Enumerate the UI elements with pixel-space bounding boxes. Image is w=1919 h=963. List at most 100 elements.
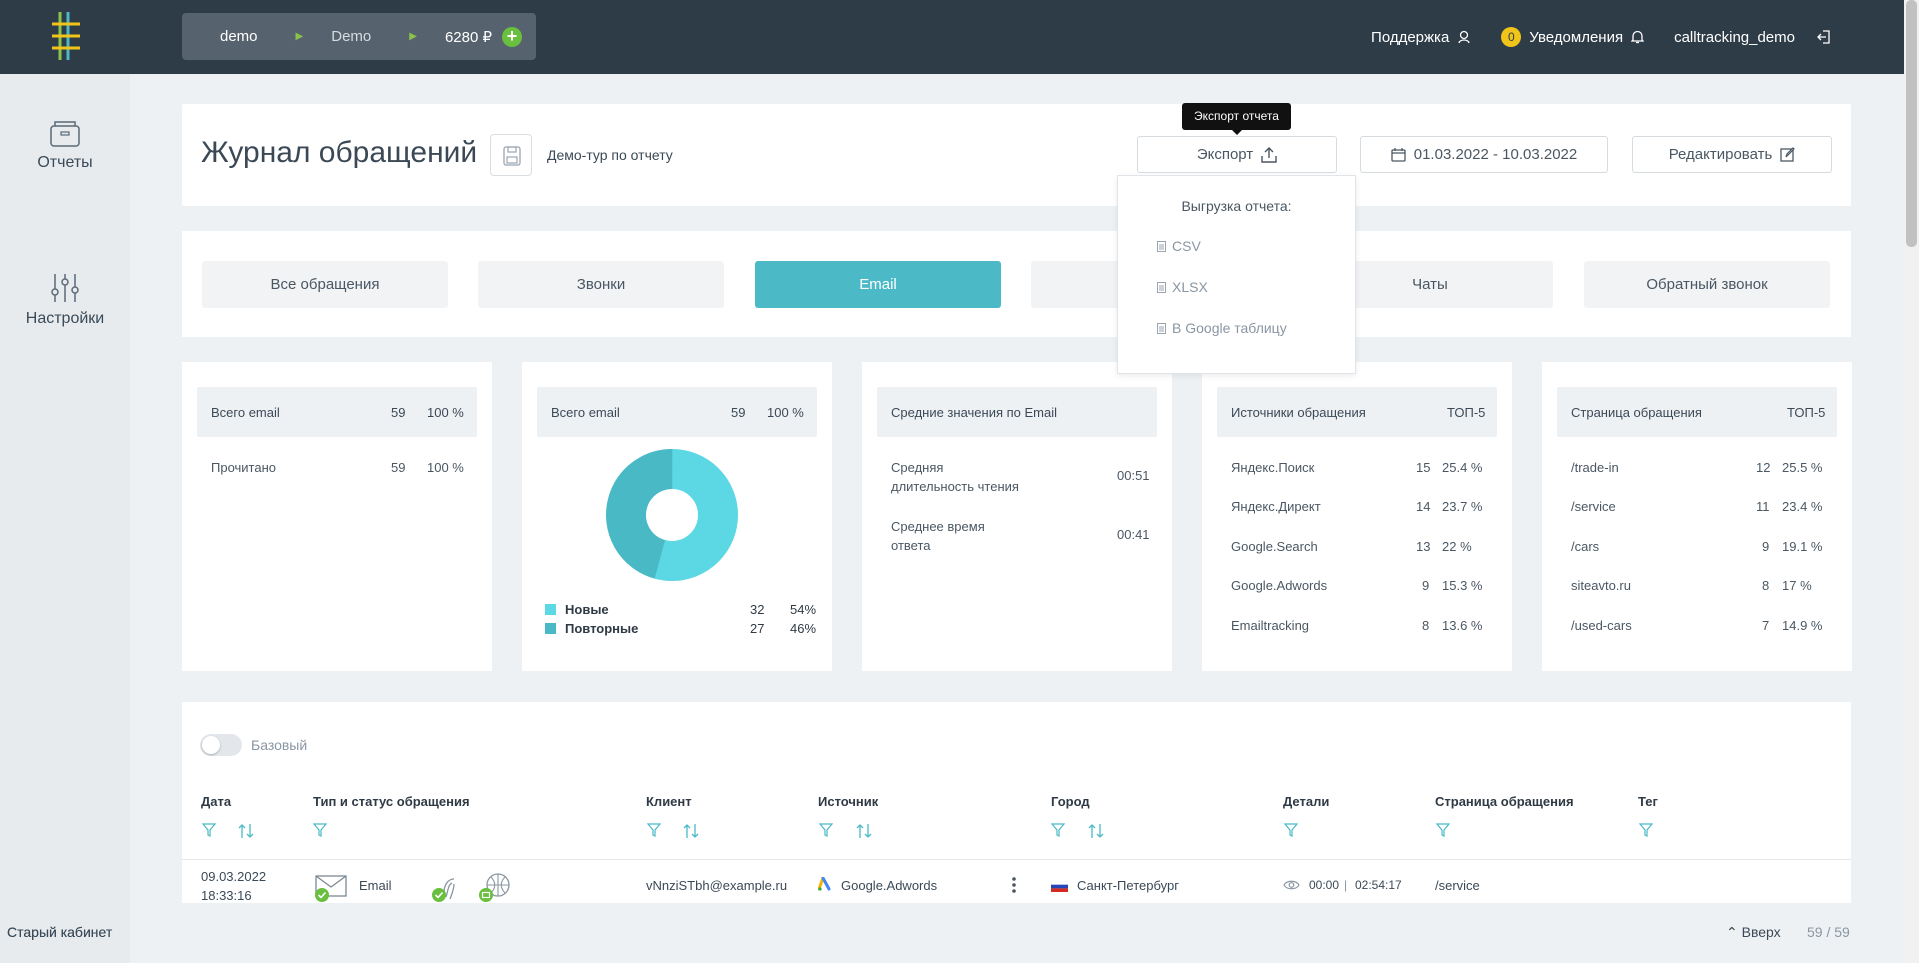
basic-mode-toggle[interactable]: [200, 734, 242, 756]
filter-icon[interactable]: [1284, 823, 1298, 837]
sort-icon[interactable]: [855, 823, 873, 839]
demo-tour-link[interactable]: Демо-тур по отчету: [547, 147, 673, 163]
sort-icon[interactable]: [1087, 823, 1105, 839]
tab-callback[interactable]: Обратный звонок: [1584, 261, 1830, 308]
table-divider: [182, 859, 1851, 860]
filter-icon[interactable]: [819, 823, 833, 837]
row-label: siteavto.ru: [1571, 578, 1631, 593]
bottom-strip: [130, 903, 1904, 963]
save-report-button[interactable]: [490, 134, 532, 176]
row-label: Средняя длительность чтения: [891, 460, 1019, 494]
row-label: Яндекс.Директ: [1231, 499, 1321, 514]
scrollbar-thumb[interactable]: [1906, 0, 1917, 247]
edit-label: Редактировать: [1668, 146, 1773, 163]
legend-swatch-repeat: [545, 623, 556, 634]
row-count: 13: [1416, 539, 1431, 554]
breadcrumb-arrow-icon: ▶: [409, 31, 417, 42]
column-header-details: Детали: [1283, 794, 1330, 809]
channel-tabs: Все обращения Звонки Email Чаты Обратный…: [182, 231, 1851, 337]
row-count: 8: [1762, 578, 1770, 593]
logo-icon[interactable]: [48, 8, 84, 64]
column-header-city: Город: [1051, 794, 1090, 809]
stat-header: Страница обращения ТОП-5: [1557, 387, 1837, 437]
filter-icon[interactable]: [1051, 823, 1065, 837]
logout-icon[interactable]: [1817, 30, 1831, 44]
sort-icon[interactable]: [237, 823, 255, 839]
upload-icon: [1261, 146, 1277, 163]
row-client[interactable]: vNnziSTbh@example.ru: [646, 878, 787, 893]
eye-icon[interactable]: [1283, 879, 1300, 891]
export-option-google-sheets[interactable]: В Google таблицу: [1157, 320, 1287, 336]
export-option-xlsx[interactable]: XLSX: [1157, 279, 1208, 295]
legend-swatch-new: [545, 604, 556, 615]
username: calltracking_demo: [1674, 28, 1795, 46]
legend-item-new: Новые 32 54%: [545, 602, 817, 617]
scroll-up-button[interactable]: ⌃ Вверх: [1726, 924, 1781, 941]
row-value: 00:51: [1117, 468, 1150, 483]
legend-pct: 54%: [790, 602, 817, 617]
more-options-icon[interactable]: [1011, 876, 1017, 894]
stat-header: Источники обращения ТОП-5: [1217, 387, 1497, 437]
row-counter: 59 / 59: [1807, 924, 1850, 940]
old-cabinet-link-label[interactable]: Старый кабинет: [7, 924, 112, 940]
row-label: Прочитано: [211, 460, 276, 475]
stat-pct: 100 %: [427, 405, 464, 420]
stat-label: Источники обращения: [1231, 405, 1366, 420]
sidebar-item-reports[interactable]: Отчеты: [0, 120, 130, 172]
row-label: Emailtracking: [1231, 618, 1310, 633]
row-count: 9: [1422, 578, 1430, 593]
filter-icon[interactable]: [647, 823, 661, 837]
stat-card-pages: Страница обращения ТОП-5 /trade-in 12 25.5…: [1542, 362, 1852, 671]
google-ads-icon: [818, 877, 831, 891]
column-header-type: Тип и статус обращения: [313, 794, 470, 809]
account-name[interactable]: demo: [182, 28, 258, 45]
legend-pct: 46%: [790, 621, 817, 636]
tab-email[interactable]: Email: [755, 261, 1001, 308]
account-switcher[interactable]: demo ▶ Demo ▶ 6280 ₽ +: [182, 13, 536, 60]
edit-button[interactable]: Редактировать: [1632, 136, 1832, 173]
row-page: /service: [1435, 878, 1480, 893]
stat-card-sources: Источники обращения ТОП-5 Яндекс.Поиск 15…: [1202, 362, 1512, 671]
row-type: Email: [359, 878, 392, 893]
stat-label: Страница обращения: [1571, 405, 1702, 420]
export-tooltip: Экспорт отчета: [1182, 103, 1291, 135]
filter-icon[interactable]: [202, 823, 216, 837]
row-label: /used-cars: [1571, 618, 1632, 633]
balance: 6280 ₽: [444, 28, 493, 46]
add-balance-button[interactable]: +: [502, 26, 523, 47]
export-dropdown-heading: Выгрузка отчета:: [1181, 198, 1292, 214]
toggle-label: Базовый: [251, 737, 308, 753]
file-icon: [1157, 281, 1166, 293]
sort-icon[interactable]: [682, 823, 700, 839]
legend-label: Повторные: [565, 621, 639, 636]
export-option-csv[interactable]: CSV: [1157, 238, 1201, 254]
sidebar-item-settings[interactable]: Настройки: [0, 272, 130, 328]
filter-icon[interactable]: [1639, 823, 1653, 837]
filter-icon[interactable]: [313, 823, 327, 837]
legend-count: 27: [750, 621, 765, 636]
save-icon: [503, 146, 521, 166]
row-pct: 25.4 %: [1442, 460, 1483, 475]
project-name[interactable]: Demo: [303, 28, 371, 45]
column-header-date: Дата: [201, 794, 232, 809]
row-count: 8: [1422, 618, 1430, 633]
row-value: 00:41: [1117, 527, 1150, 542]
tab-calls[interactable]: Звонки: [478, 261, 724, 308]
date-range-picker[interactable]: 01.03.2022 - 10.03.2022: [1360, 136, 1608, 173]
tab-all[interactable]: Все обращения: [202, 261, 448, 308]
row-pct: 15.3 %: [1442, 578, 1483, 593]
row-count: 15: [1416, 460, 1431, 475]
export-button[interactable]: Экспорт: [1137, 136, 1337, 173]
support-link[interactable]: Поддержка: [1371, 29, 1471, 46]
filter-icon[interactable]: [1436, 823, 1450, 837]
row-count: 7: [1762, 618, 1770, 633]
stat-card-averages: Средние значения по Email Средняя длитель…: [862, 362, 1172, 671]
notifications-badge: 0: [1501, 27, 1522, 47]
settings-sliders-icon: [51, 274, 79, 302]
row-details-start: 00:00: [1309, 878, 1340, 892]
breadcrumb-arrow-icon: ▶: [295, 31, 304, 42]
column-header-page: Страница обращения: [1435, 794, 1574, 809]
stat-card-donut: Всего email 59 100 % Новые 32 54% Повтор…: [522, 362, 832, 671]
notifications-link[interactable]: 0 Уведомления: [1501, 27, 1645, 47]
user-menu[interactable]: calltracking_demo: [1674, 29, 1831, 46]
